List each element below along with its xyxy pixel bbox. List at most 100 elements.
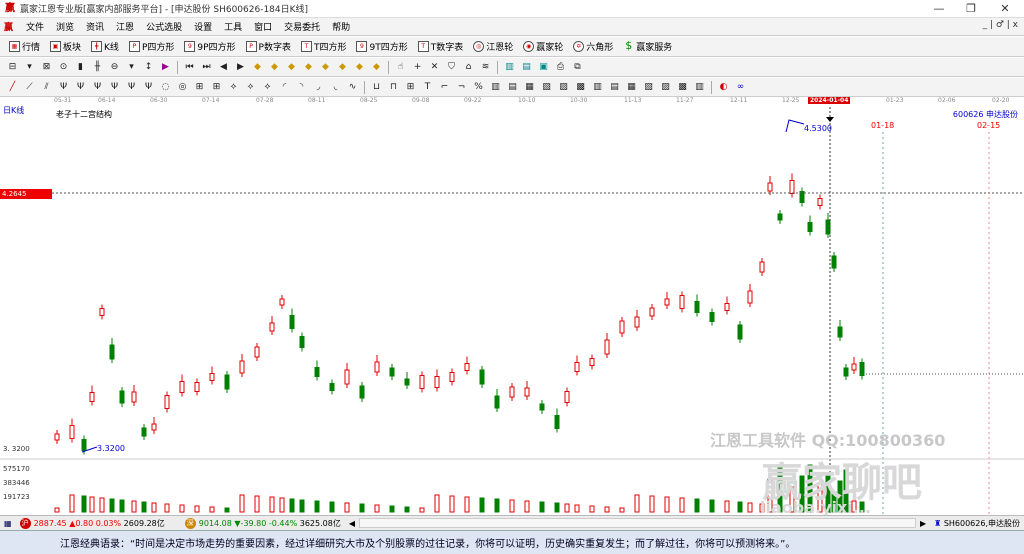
percent-icon[interactable]: %	[472, 81, 485, 94]
adjust-icon[interactable]: ⊖	[108, 61, 121, 74]
fan-icon[interactable]: ⟡	[261, 81, 274, 94]
period-label[interactable]: 日K线	[3, 105, 24, 116]
toolbar-p-table[interactable]: P P数字表	[241, 40, 296, 53]
diamond-icon[interactable]: ◆	[285, 61, 298, 74]
diamond-icon[interactable]: ◆	[336, 61, 349, 74]
app-menu-icon[interactable]: 赢	[4, 20, 18, 33]
diamond-icon[interactable]: ◆	[370, 61, 383, 74]
menu-gann[interactable]: 江恩	[110, 20, 140, 33]
scroll-left-icon[interactable]: ◀	[345, 519, 359, 528]
fork-icon[interactable]: Ψ	[108, 81, 121, 94]
bars-icon[interactable]: ▧	[642, 81, 655, 94]
next-icon[interactable]: ▶	[234, 61, 247, 74]
sh-index-ticker[interactable]: 沪 2887.45 ▲0.80 0.03% 2609.28亿	[16, 517, 169, 529]
toolbar-quotes[interactable]: ▦ 行情	[4, 40, 45, 53]
toolbar-p-square[interactable]: P P四方形	[124, 40, 179, 53]
shield-icon[interactable]: ⛉	[445, 61, 458, 74]
bars-icon[interactable]: ▥	[693, 81, 706, 94]
panel-icon[interactable]: ▣	[537, 61, 550, 74]
close-button[interactable]: ✕	[988, 0, 1022, 18]
flag-icon[interactable]: ▶	[159, 61, 172, 74]
bars-icon[interactable]: ▤	[608, 81, 621, 94]
circle-tool-icon[interactable]: ◌	[159, 81, 172, 94]
minimize-button[interactable]: —	[922, 0, 956, 18]
mdi-controls[interactable]: _ | ♂ | x	[983, 20, 1018, 30]
toolbar-t-square[interactable]: T T四方形	[296, 40, 352, 53]
menu-window[interactable]: 窗口	[248, 20, 278, 33]
fork-icon[interactable]: Ψ	[142, 81, 155, 94]
last-icon[interactable]: ⏭	[200, 61, 213, 74]
text-tool-icon[interactable]: T	[421, 81, 434, 94]
diamond-icon[interactable]: ◆	[251, 61, 264, 74]
sz-index-ticker[interactable]: 深 9014.08 ▼-39.80 -0.44% 3625.08亿	[181, 517, 345, 529]
layout-icon[interactable]: ⊟	[6, 61, 19, 74]
diamond-icon[interactable]: ◆	[268, 61, 281, 74]
calculator-icon[interactable]: ▤	[520, 61, 533, 74]
grid-tool-icon[interactable]: ⊠	[40, 61, 53, 74]
export-icon[interactable]: ⧉	[571, 61, 584, 74]
toolbar-hexagon[interactable]: ✡ 六角形	[568, 40, 618, 53]
print-icon[interactable]: ⎙	[554, 61, 567, 74]
color-icon[interactable]: ◐	[717, 81, 730, 94]
fan-icon[interactable]: ⟡	[244, 81, 257, 94]
wave-icon[interactable]: ∿	[346, 81, 359, 94]
prev-icon[interactable]: ◀	[217, 61, 230, 74]
grid-tool-icon[interactable]: ⊞	[193, 81, 206, 94]
fork-icon[interactable]: Ψ	[125, 81, 138, 94]
bars-icon[interactable]: ▥	[489, 81, 502, 94]
toolbar-gann-wheel[interactable]: ◎ 江恩轮	[468, 40, 518, 53]
diamond-icon[interactable]: ◆	[319, 61, 332, 74]
menu-formula[interactable]: 公式选股	[140, 20, 188, 33]
stairs-icon[interactable]: ¬	[455, 81, 468, 94]
bars-icon[interactable]: ▤	[506, 81, 519, 94]
stairs-icon[interactable]: ⌐	[438, 81, 451, 94]
menu-file[interactable]: 文件	[20, 20, 50, 33]
bars-icon[interactable]: ▥	[591, 81, 604, 94]
bars-icon[interactable]: ▦	[625, 81, 638, 94]
target-icon[interactable]: ⊙	[57, 61, 70, 74]
cross-icon[interactable]: ✕	[428, 61, 441, 74]
tag-icon[interactable]: ⌂	[462, 61, 475, 74]
arc-icon[interactable]: ◞	[312, 81, 325, 94]
toolbar-service[interactable]: $ 赢家服务	[618, 40, 677, 53]
hand-icon[interactable]: ☝	[394, 61, 407, 74]
calendar-icon[interactable]: ▥	[503, 61, 516, 74]
menu-trade[interactable]: 交易委托	[278, 20, 326, 33]
scroll-right-icon[interactable]: ▶	[916, 519, 930, 528]
toolbar-sectors[interactable]: ▣ 板块	[45, 40, 86, 53]
fan-icon[interactable]: ⟡	[227, 81, 240, 94]
dropdown-icon[interactable]: ▾	[125, 61, 138, 74]
horizontal-scrollbar[interactable]	[359, 518, 916, 528]
toolbar-winner-wheel[interactable]: ◉ 赢家轮	[518, 40, 568, 53]
bars-icon[interactable]: ▦	[523, 81, 536, 94]
bars-icon[interactable]: ▧	[540, 81, 553, 94]
bars-icon[interactable]: ▨	[659, 81, 672, 94]
box-icon[interactable]: ⊓	[387, 81, 400, 94]
lines-icon[interactable]: ≋	[479, 61, 492, 74]
fork-icon[interactable]: Ψ	[74, 81, 87, 94]
ray-icon[interactable]: ⟋	[23, 81, 36, 94]
dropdown-icon[interactable]: ▾	[23, 61, 36, 74]
menu-tools[interactable]: 工具	[218, 20, 248, 33]
arrow-icon[interactable]: ↕	[142, 61, 155, 74]
fork-icon[interactable]: Ψ	[57, 81, 70, 94]
bars-icon[interactable]: ▨	[557, 81, 570, 94]
bars-icon[interactable]: ▩	[676, 81, 689, 94]
crosshair-icon[interactable]: +	[411, 61, 424, 74]
grid-tool-icon[interactable]: ⊞	[210, 81, 223, 94]
toolbar-9t-square[interactable]: 9 9T四方形	[351, 40, 412, 53]
candle-tool-icon[interactable]: ╫	[91, 61, 104, 74]
bar-tool-icon[interactable]: ▮	[74, 61, 87, 74]
diamond-icon[interactable]: ◆	[353, 61, 366, 74]
menu-browse[interactable]: 浏览	[50, 20, 80, 33]
toolbar-kline[interactable]: ╋ K线	[86, 40, 124, 53]
bars-icon[interactable]: ▩	[574, 81, 587, 94]
arc-icon[interactable]: ◟	[329, 81, 342, 94]
circle-tool-icon[interactable]: ◎	[176, 81, 189, 94]
fork-icon[interactable]: Ψ	[91, 81, 104, 94]
toolbar-9p-square[interactable]: 9 9P四方形	[179, 40, 240, 53]
grid-tool-icon[interactable]: ⊞	[404, 81, 417, 94]
channel-icon[interactable]: ⫽	[40, 81, 53, 94]
restore-button[interactable]: ❐	[954, 0, 988, 18]
grid-icon[interactable]: ▦	[0, 519, 16, 528]
